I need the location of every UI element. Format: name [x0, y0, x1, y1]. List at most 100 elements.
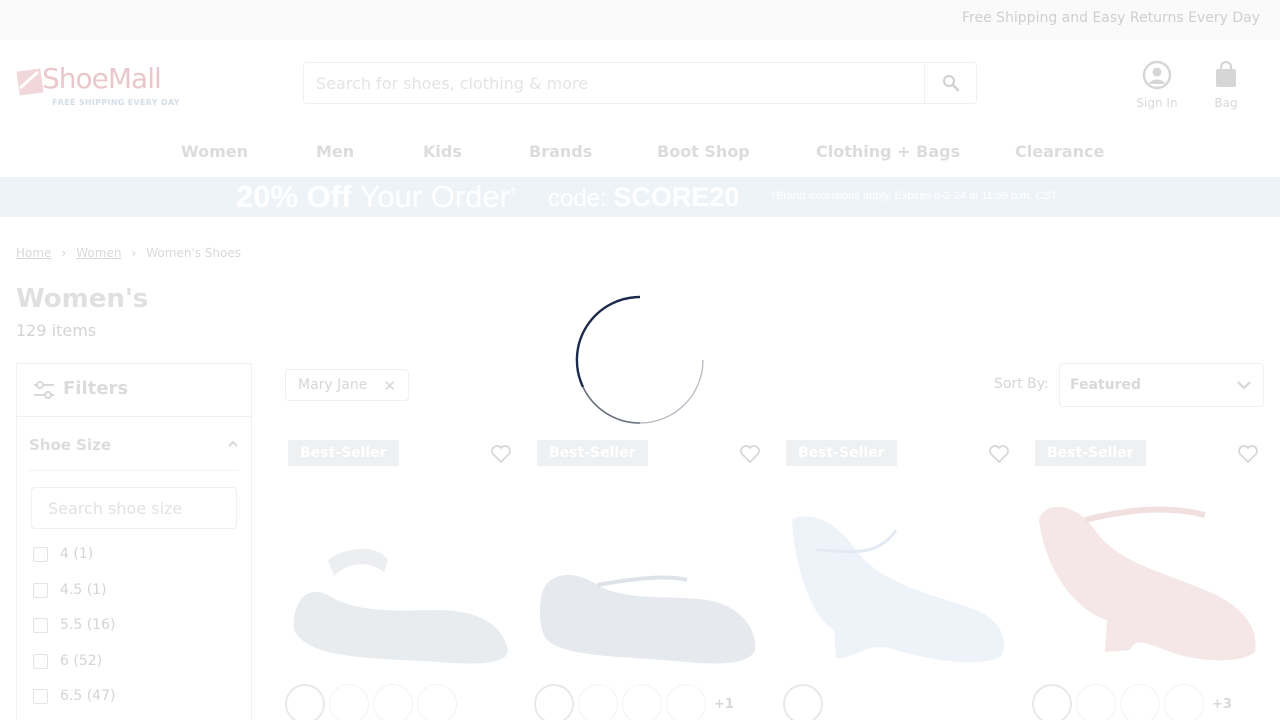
nav-item-kids[interactable]: Kids [423, 142, 462, 161]
checkbox[interactable] [33, 688, 48, 704]
divider [29, 470, 239, 471]
bag-button[interactable]: Bag [1206, 60, 1246, 110]
account-icon [1142, 60, 1172, 90]
close-icon[interactable]: ✕ [383, 377, 396, 395]
shoe-size-option[interactable]: 4 (1) [33, 546, 93, 562]
color-swatches [783, 684, 827, 720]
sign-in-label: Sign In [1136, 96, 1178, 110]
shoe-size-option-label: 6 (52) [60, 653, 103, 669]
search-bar [303, 62, 977, 104]
main-nav: Women Men Kids Brands Boot Shop Clothing… [0, 142, 1280, 170]
chevron-down-icon [1237, 381, 1251, 390]
filters-header: Filters [17, 364, 251, 417]
shoe-size-heading[interactable]: Shoe Size [29, 436, 111, 454]
color-swatch[interactable] [417, 684, 457, 720]
checkbox[interactable] [33, 582, 48, 598]
product-card[interactable]: Best-Seller [783, 440, 1016, 720]
best-seller-badge: Best-Seller [1035, 440, 1146, 466]
heart-icon[interactable] [988, 444, 1010, 464]
color-swatch[interactable] [666, 684, 706, 720]
heart-icon[interactable] [739, 444, 761, 464]
breadcrumb-current: Women's Shoes [146, 246, 241, 260]
loading-spinner-icon [575, 295, 704, 424]
chevron-up-icon[interactable] [227, 438, 239, 450]
promo-headline-rest: Your Order [359, 179, 510, 214]
item-count: 129 items [16, 321, 97, 340]
active-filter-label: Mary Jane [298, 377, 368, 393]
announcement-text: Free Shipping and Easy Returns Every Day [961, 10, 1260, 26]
logo-wordmark: ShoeMall [42, 62, 162, 95]
color-swatch[interactable] [534, 684, 574, 720]
nav-item-clothing-bags[interactable]: Clothing + Bags [816, 142, 960, 161]
shoe-size-option[interactable]: 4.5 (1) [33, 582, 107, 598]
active-filter-chip: Mary Jane ✕ [285, 369, 409, 401]
product-image[interactable] [1035, 490, 1263, 670]
sort-label: Sort By: [994, 376, 1049, 392]
sign-in-button[interactable]: Sign In [1134, 60, 1180, 110]
promo-banner[interactable]: 20% Off Your Order† code: SCORE20 †Brand… [0, 177, 1280, 217]
promo-code: code: SCORE20 [548, 182, 739, 213]
nav-item-boot-shop[interactable]: Boot Shop [657, 142, 750, 161]
product-card[interactable]: Best-Seller +3 [1032, 440, 1265, 720]
search-input[interactable] [304, 63, 924, 103]
logo-tagline: FREE SHIPPING EVERY DAY [52, 98, 180, 107]
color-swatch[interactable] [578, 684, 618, 720]
product-card[interactable]: Best-Seller +1 [534, 440, 767, 720]
color-swatch[interactable] [285, 684, 325, 720]
promo-mark: † [509, 184, 517, 199]
color-swatch[interactable] [329, 684, 369, 720]
color-swatches [285, 684, 465, 720]
shoe-size-option[interactable]: 6.5 (47) [33, 688, 115, 704]
filter-sliders-icon [34, 381, 54, 399]
nav-item-clearance[interactable]: Clearance [1015, 142, 1104, 161]
best-seller-badge: Best-Seller [786, 440, 897, 466]
color-swatch[interactable] [373, 684, 413, 720]
promo-code-value: SCORE20 [613, 182, 740, 212]
search-icon [942, 75, 959, 92]
color-swatches: +3 [1032, 684, 1232, 720]
nav-item-women[interactable]: Women [181, 142, 248, 161]
shoe-size-option-label: 5.5 (16) [60, 617, 116, 633]
chevron-right-icon: › [131, 246, 137, 260]
shoe-size-option-label: 4.5 (1) [60, 582, 107, 598]
page-title: Women's [16, 284, 149, 314]
shoe-size-option[interactable]: 6 (52) [33, 653, 102, 669]
color-swatch[interactable] [1164, 684, 1204, 720]
sort-select[interactable]: Featured [1059, 363, 1264, 407]
shoe-size-search-input[interactable] [31, 487, 237, 529]
chevron-right-icon: › [61, 246, 67, 260]
product-image[interactable] [537, 490, 765, 670]
checkbox[interactable] [33, 653, 48, 669]
more-swatches-count[interactable]: +3 [1212, 697, 1232, 712]
color-swatch[interactable] [783, 684, 823, 720]
shoemall-logo[interactable]: ShoeMall FREE SHIPPING EVERY DAY [16, 62, 186, 112]
promo-code-label: code: [548, 185, 607, 212]
filters-panel: Filters Shoe Size 4 (1) 4.5 (1) 5.5 (16)… [16, 363, 252, 720]
breadcrumb-home[interactable]: Home [16, 246, 51, 260]
shoe-size-option[interactable]: 5.5 (16) [33, 617, 115, 633]
heart-icon[interactable] [490, 444, 512, 464]
color-swatch[interactable] [1120, 684, 1160, 720]
filters-title: Filters [63, 378, 129, 399]
sort-value: Featured [1070, 377, 1142, 393]
product-image[interactable] [288, 490, 516, 670]
breadcrumb: Home › Women › Women's Shoes [16, 246, 241, 260]
product-card[interactable]: Best-Seller [285, 440, 518, 720]
announcement-bar: Free Shipping and Easy Returns Every Day [0, 0, 1280, 40]
checkbox[interactable] [33, 546, 48, 562]
more-swatches-count[interactable]: +1 [714, 697, 734, 712]
color-swatches: +1 [534, 684, 734, 720]
product-image[interactable] [786, 490, 1014, 670]
page: Free Shipping and Easy Returns Every Day… [0, 0, 1280, 720]
color-swatch[interactable] [1076, 684, 1116, 720]
heart-icon[interactable] [1237, 444, 1259, 464]
checkbox[interactable] [33, 617, 48, 633]
nav-item-men[interactable]: Men [316, 142, 354, 161]
nav-item-brands[interactable]: Brands [529, 142, 592, 161]
breadcrumb-women[interactable]: Women [76, 246, 121, 260]
color-swatch[interactable] [1032, 684, 1072, 720]
bag-icon [1216, 60, 1236, 87]
bag-label: Bag [1214, 96, 1238, 110]
color-swatch[interactable] [622, 684, 662, 720]
search-button[interactable] [924, 63, 976, 103]
